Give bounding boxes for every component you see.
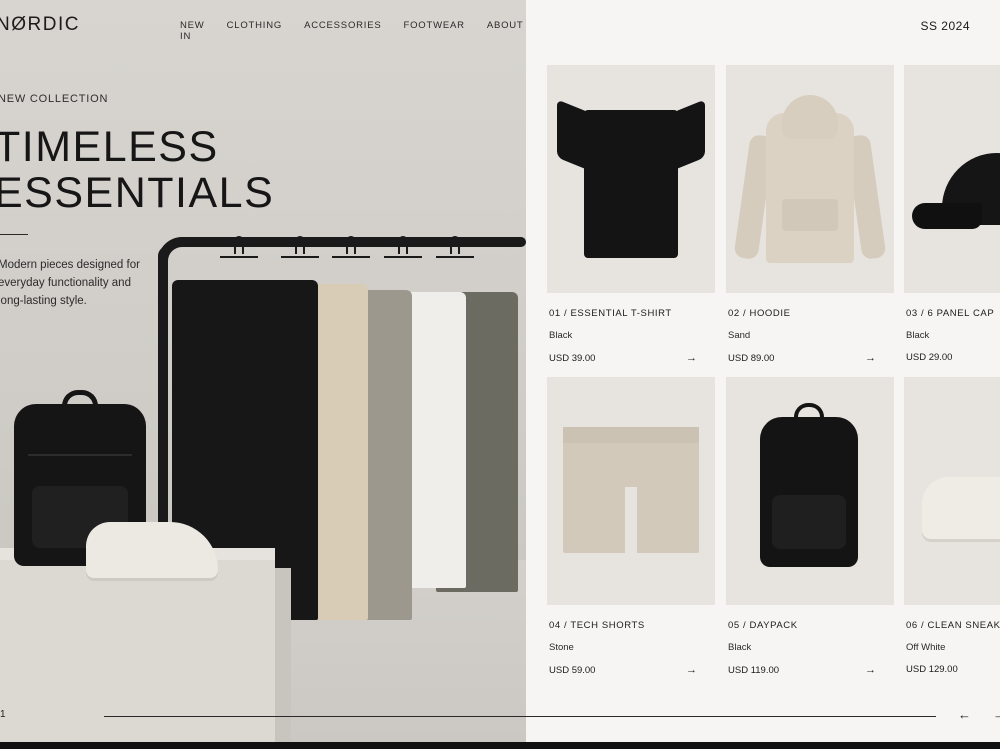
product-name[interactable]: 03 / 6 PANEL CAP xyxy=(906,308,1000,319)
product-card[interactable]: 06 / CLEAN SNEAKER Off White USD 129.00 xyxy=(904,377,1000,675)
product-price: USD 129.00 xyxy=(906,664,958,675)
product-color: Off White xyxy=(906,642,946,653)
product-image[interactable] xyxy=(904,377,1000,605)
headline-line-1: TIMELESS xyxy=(0,123,219,171)
hero-section: NØRDIC NEW IN CLOTHING ACCESSORIES FOOTW… xyxy=(0,0,526,742)
plinth xyxy=(0,560,275,742)
product-image[interactable] xyxy=(726,65,894,293)
season-label: SS 2024 xyxy=(920,19,970,33)
arrow-right-icon[interactable]: → xyxy=(686,352,697,364)
hanger-icon xyxy=(332,236,370,286)
main-nav: NEW IN CLOTHING ACCESSORIES FOOTWEAR ABO… xyxy=(180,20,526,42)
product-name[interactable]: 01 / ESSENTIAL T-SHIRT xyxy=(549,308,715,319)
product-name[interactable]: 04 / TECH SHORTS xyxy=(549,620,715,631)
hero-description: Modern pieces designed for everyday func… xyxy=(0,259,140,307)
product-image[interactable] xyxy=(726,377,894,605)
page-number: 1 xyxy=(0,709,6,720)
product-name[interactable]: 05 / DAYPACK xyxy=(728,620,894,631)
hero-divider xyxy=(0,234,28,235)
product-name[interactable]: 02 / HOODIE xyxy=(728,308,894,319)
product-price: USD 39.00 xyxy=(549,352,596,364)
brand-logo[interactable]: NØRDIC xyxy=(0,14,80,36)
hanger-icon xyxy=(281,236,319,286)
product-card[interactable]: 01 / ESSENTIAL T-SHIRT Black USD 39.00 → xyxy=(547,65,715,364)
hero-eyebrow: NEW COLLECTION xyxy=(0,93,109,105)
product-color: Black xyxy=(906,330,930,341)
hanger-icon xyxy=(220,236,258,286)
product-card[interactable]: 03 / 6 PANEL CAP Black USD 29.00 xyxy=(904,65,1000,363)
bottom-strip xyxy=(0,742,1000,749)
nav-item-clothing[interactable]: CLOTHING xyxy=(227,20,283,42)
product-color: Stone xyxy=(549,642,574,653)
product-color: Black xyxy=(728,642,752,653)
product-image[interactable] xyxy=(547,65,715,293)
sneaker-image xyxy=(86,522,218,578)
hanger-icon xyxy=(436,236,474,286)
product-price: USD 89.00 xyxy=(728,352,775,364)
product-catalog: SS 2024 01 / ESSENTIAL T-SHIRT Black USD… xyxy=(526,0,1000,742)
product-price: USD 59.00 xyxy=(549,664,596,676)
arrow-right-icon[interactable]: → xyxy=(686,664,697,676)
arrow-left-icon[interactable]: ← xyxy=(958,707,971,722)
product-price: USD 119.00 xyxy=(728,664,780,676)
product-image[interactable] xyxy=(904,65,1000,293)
headline-line-2: ESSENTIALS xyxy=(0,169,275,217)
nav-item-accessories[interactable]: ACCESSORIES xyxy=(304,20,381,42)
nav-item-about[interactable]: ABOUT xyxy=(487,20,524,42)
hanger-icon xyxy=(384,236,422,286)
arrow-right-icon[interactable]: → xyxy=(993,707,1000,722)
product-card[interactable]: 04 / TECH SHORTS Stone USD 59.00 → xyxy=(547,377,715,676)
arrow-right-icon[interactable]: → xyxy=(865,352,876,364)
hero-headline: TIMELESS ESSENTIALS xyxy=(0,124,274,216)
product-price: USD 29.00 xyxy=(906,352,953,363)
product-color: Sand xyxy=(728,330,751,341)
product-card[interactable]: 02 / HOODIE Sand USD 89.00 → xyxy=(726,65,894,364)
product-name[interactable]: 06 / CLEAN SNEAKER xyxy=(906,620,1000,631)
nav-item-footwear[interactable]: FOOTWEAR xyxy=(404,20,465,42)
product-card[interactable]: 05 / DAYPACK Black USD 119.00 → xyxy=(726,377,894,676)
slider-progress-line xyxy=(104,716,936,717)
arrow-right-icon[interactable]: → xyxy=(865,664,876,676)
product-color: Black xyxy=(549,330,573,341)
product-image[interactable] xyxy=(547,377,715,605)
nav-item-new-in[interactable]: NEW IN xyxy=(180,20,205,42)
